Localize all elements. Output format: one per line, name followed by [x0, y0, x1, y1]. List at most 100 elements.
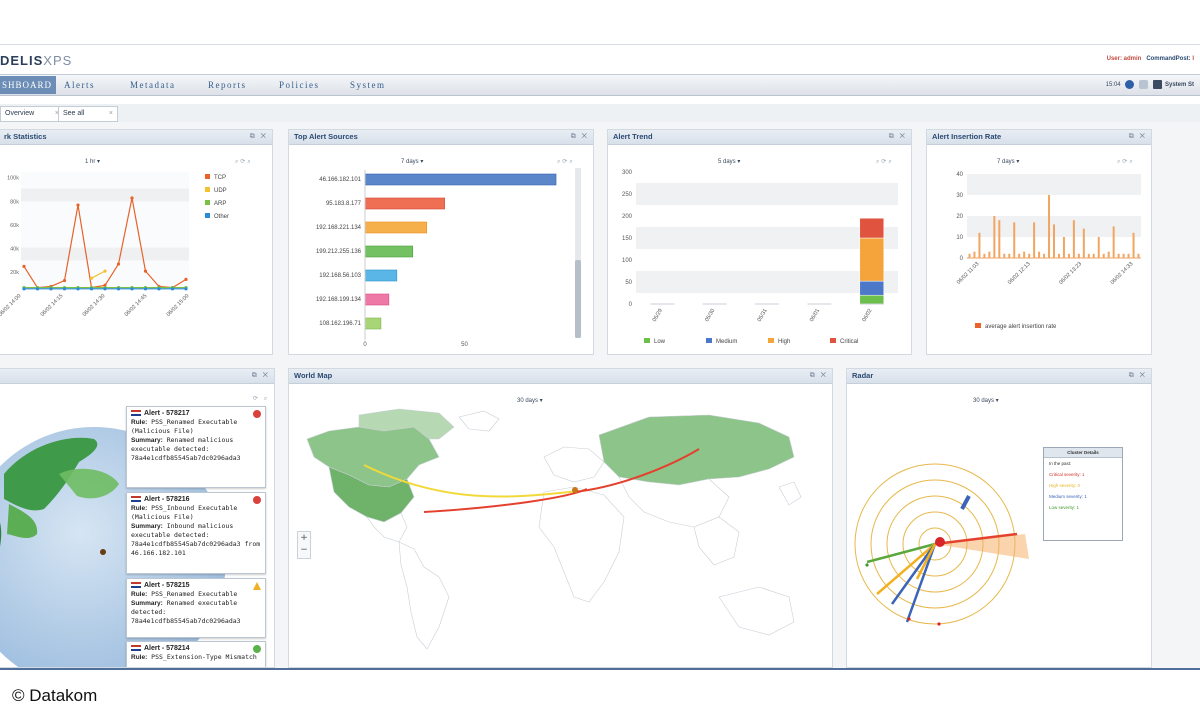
alert-card[interactable]: Alert - 578214 Rule: PSS_Extension-Type … [126, 641, 266, 667]
panel-controls-icon[interactable]: ⧉ ✕ [810, 369, 828, 383]
data-point [116, 287, 121, 291]
data-point [49, 287, 53, 291]
grid-band [636, 271, 898, 293]
clock: 15:04 [1105, 82, 1121, 89]
top-band [0, 0, 1200, 44]
rate-bar [1067, 253, 1070, 258]
legend-swatch [975, 323, 981, 328]
legend-label: average alert insertion rate [985, 324, 1057, 330]
nav-tab-system[interactable]: System [350, 80, 386, 90]
panel-top-alert-sources: Top Alert Sources ⧉ ✕ 7 days ▾ ⌕⟳⌕ 46.166… [288, 129, 594, 355]
alert-card[interactable]: Alert - 578215 Rule: PSS_Renamed Executa… [126, 578, 266, 638]
source-bar [364, 221, 427, 234]
panel-title: rk Statistics ⧉ ✕ [0, 130, 272, 145]
source-bar [364, 269, 398, 282]
x-tick-label: 0 [363, 342, 367, 348]
flag-icon [131, 496, 141, 503]
source-bar [364, 197, 445, 210]
nav-tab-policies[interactable]: Policies [279, 80, 320, 90]
alert-card[interactable]: Alert - 578217 Rule: PSS_Renamed Executa… [126, 406, 266, 488]
alert-insertion-rate-chart: 40 30 20 10 006/02 11:03 06/02 12:13 06/02 13:… [956, 172, 1141, 330]
tab-overview[interactable]: Overview × [0, 106, 64, 122]
data-point [103, 287, 107, 291]
legend-swatch [205, 213, 210, 218]
data-point [157, 287, 161, 291]
x-tick-label: 06/02 14:30 [82, 293, 107, 318]
scrollbar-thumb [575, 260, 581, 338]
panel-controls-icon[interactable]: ⧉ ✕ [252, 369, 270, 383]
world-map[interactable] [289, 387, 833, 667]
zoom-in-button[interactable]: + [298, 532, 310, 544]
data-point [76, 203, 80, 207]
panel-controls-icon[interactable]: ⧉ ✕ [1129, 130, 1147, 144]
x-tick-label: 06/02 [861, 308, 873, 323]
x-tick-label: 05/31 [757, 308, 769, 323]
rate-bar [998, 220, 1001, 258]
alert-card[interactable]: Alert - 578216 Rule: PSS_Inbound Executa… [126, 492, 266, 574]
tab-see-all[interactable]: See all × [58, 106, 118, 122]
legend-swatch [706, 338, 712, 343]
tab-close-icon[interactable]: × [109, 107, 113, 121]
critical-severity-icon [253, 410, 261, 418]
rate-bar [978, 232, 981, 258]
rate-bar [1028, 253, 1031, 258]
panel-controls-icon[interactable]: ⧉ ✕ [250, 130, 268, 144]
cluster-row: High severity: 0 [1049, 483, 1081, 488]
data-point [35, 287, 40, 291]
cluster-row: Low severity: 1 [1049, 505, 1080, 510]
x-tick-label: 06/02 15:00 [166, 293, 191, 318]
cluster-row: Medium severity: 1 [1049, 494, 1087, 499]
watermark: © Datakom [12, 686, 98, 705]
panel-controls-icon[interactable]: ⧉ ✕ [571, 130, 589, 144]
rate-bar [1033, 222, 1036, 258]
rate-bar [1038, 251, 1041, 258]
y-tick-label: 200 [622, 214, 633, 220]
x-tick-label: 06/01 [809, 308, 821, 323]
user-name[interactable]: admin [1124, 56, 1142, 62]
map-zoom-control[interactable]: + − [297, 531, 311, 559]
category-label: 192.168.56.103 [319, 273, 361, 279]
legend-label: Medium [716, 339, 737, 345]
nav-tab-reports[interactable]: Reports [208, 80, 247, 90]
data-point [130, 287, 134, 291]
data-point [89, 276, 94, 280]
globe-marker [100, 549, 106, 555]
legend-swatch [205, 174, 210, 179]
rate-bar [968, 253, 971, 258]
system-status-link[interactable]: System St [1165, 82, 1194, 88]
grid-band [21, 188, 189, 202]
rate-bar [993, 216, 996, 258]
x-tick-label: 06/02 14:15 [40, 293, 65, 318]
settings-icon[interactable] [1152, 80, 1162, 89]
app-logo: DELISXPS [0, 53, 73, 68]
footer-rule [0, 668, 1200, 670]
stacked-bar-low [859, 294, 885, 305]
legend-label: High [778, 339, 790, 345]
rate-bar [1018, 253, 1021, 258]
rate-bar [1097, 237, 1100, 258]
rate-bar [1127, 253, 1130, 258]
data-point [62, 287, 67, 291]
y-tick-label: 20k [10, 270, 19, 276]
rate-bar [1008, 253, 1011, 258]
rate-bar [1023, 251, 1026, 258]
panel-controls-icon[interactable]: ⧉ ✕ [889, 130, 907, 144]
zoom-out-button[interactable]: − [298, 544, 310, 556]
legend-label: UDP [214, 188, 227, 194]
panel-title: Top Alert Sources ⧉ ✕ [289, 130, 593, 145]
rate-bar [1043, 253, 1046, 258]
search-icon[interactable] [1138, 80, 1148, 89]
flag-icon [131, 582, 141, 589]
info-icon[interactable] [1125, 80, 1135, 89]
grid-band [636, 227, 898, 249]
nav-tab-alerts[interactable]: Alerts [64, 80, 95, 90]
rate-bar [973, 251, 976, 258]
panel-controls-icon[interactable]: ⧉ ✕ [1129, 369, 1147, 383]
nav-tab-metadata[interactable]: Metadata [130, 80, 175, 90]
data-point [170, 287, 175, 291]
y-tick-label: 60k [10, 223, 19, 229]
category-label: 108.162.196.71 [319, 321, 361, 327]
rate-bar [1057, 253, 1060, 258]
data-point [143, 269, 148, 273]
nav-tab-dashboard[interactable]: SHBOARD [0, 76, 56, 94]
